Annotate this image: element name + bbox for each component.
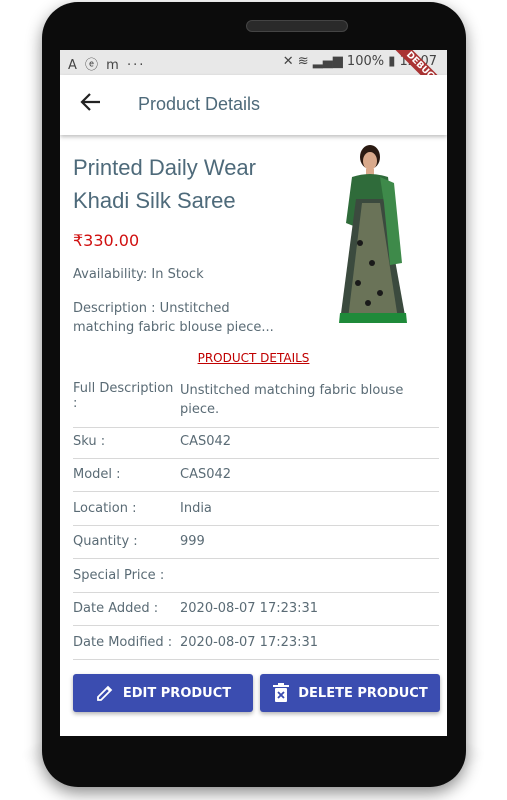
detail-label: Sku : [73,433,106,449]
battery-level: 100% [346,54,385,69]
short-description: Description : Unstitched matching fabric… [73,301,274,335]
product-image [310,143,440,331]
detail-row-date-added: Date Added : 2020-08-07 17:23:31 [73,593,439,626]
arrow-left-icon [80,93,100,111]
detail-row-model: Model : CAS042 [73,459,439,492]
detail-row-quantity: Quantity : 999 [73,526,439,559]
battery-icon: ▮ [388,54,396,69]
details-table: Sku : CAS042 Model : CAS042 Location : I… [73,425,439,660]
delete-product-label: DELETE PRODUCT [298,685,428,701]
back-button[interactable] [80,91,102,113]
full-description-label: Full Description : [73,381,174,411]
status-icons: A ⓔ m ··· [68,58,146,73]
edit-product-label: EDIT PRODUCT [122,685,232,701]
edit-product-button[interactable]: EDIT PRODUCT [73,674,253,712]
full-description-row: Full Description :Unstitched matching fa… [73,381,439,428]
trash-icon [273,683,290,702]
detail-label: Model : [73,467,121,483]
detail-label: Special Price : [73,567,165,583]
status-bar: A ⓔ m ··· ✕ ≋ ▂▄▆ 100% ▮ 12:07 DEBUG [60,50,447,110]
detail-row-sku: Sku : CAS042 [73,425,439,459]
page-title: Product Details [138,94,261,114]
product-details-link[interactable]: PRODUCT DETAILS [60,351,447,365]
detail-label: Date Added : [73,601,159,617]
detail-row-location: Location : India [73,492,439,526]
mute-icon: ✕ [282,54,294,69]
phone-speaker [246,20,348,32]
detail-value: CAS042 [180,433,232,449]
detail-label: Location : [73,500,137,516]
detail-value: 999 [180,534,205,550]
detail-label: Quantity : [73,534,138,550]
full-description-value: Unstitched matching fabric blouse piece. [180,383,404,417]
delete-product-button[interactable]: DELETE PRODUCT [260,674,440,712]
app-screen: A ⓔ m ··· ✕ ≋ ▂▄▆ 100% ▮ 12:07 DEBUG Pro… [60,50,447,736]
availability-text: Availability: In Stock [73,267,204,282]
detail-value: India [180,500,212,516]
detail-row-date-modified: Date Modified : 2020-08-07 17:23:31 [73,626,439,660]
detail-row-special-price: Special Price : [73,559,439,593]
app-bar: Product Details [60,75,447,135]
wifi-icon: ≋ [297,54,309,69]
detail-label: Date Modified : [73,634,173,650]
signal-icon: ▂▄▆ [312,54,343,69]
pencil-icon [96,685,113,701]
product-detail-content: Printed Daily Wear Khadi Silk Saree ₹330… [60,135,447,736]
detail-value: 2020-08-07 17:23:31 [180,634,319,650]
product-title: Printed Daily Wear Khadi Silk Saree [73,155,256,213]
detail-value: 2020-08-07 17:23:31 [180,601,319,617]
product-price: ₹330.00 [73,231,140,250]
detail-value: CAS042 [180,467,232,483]
